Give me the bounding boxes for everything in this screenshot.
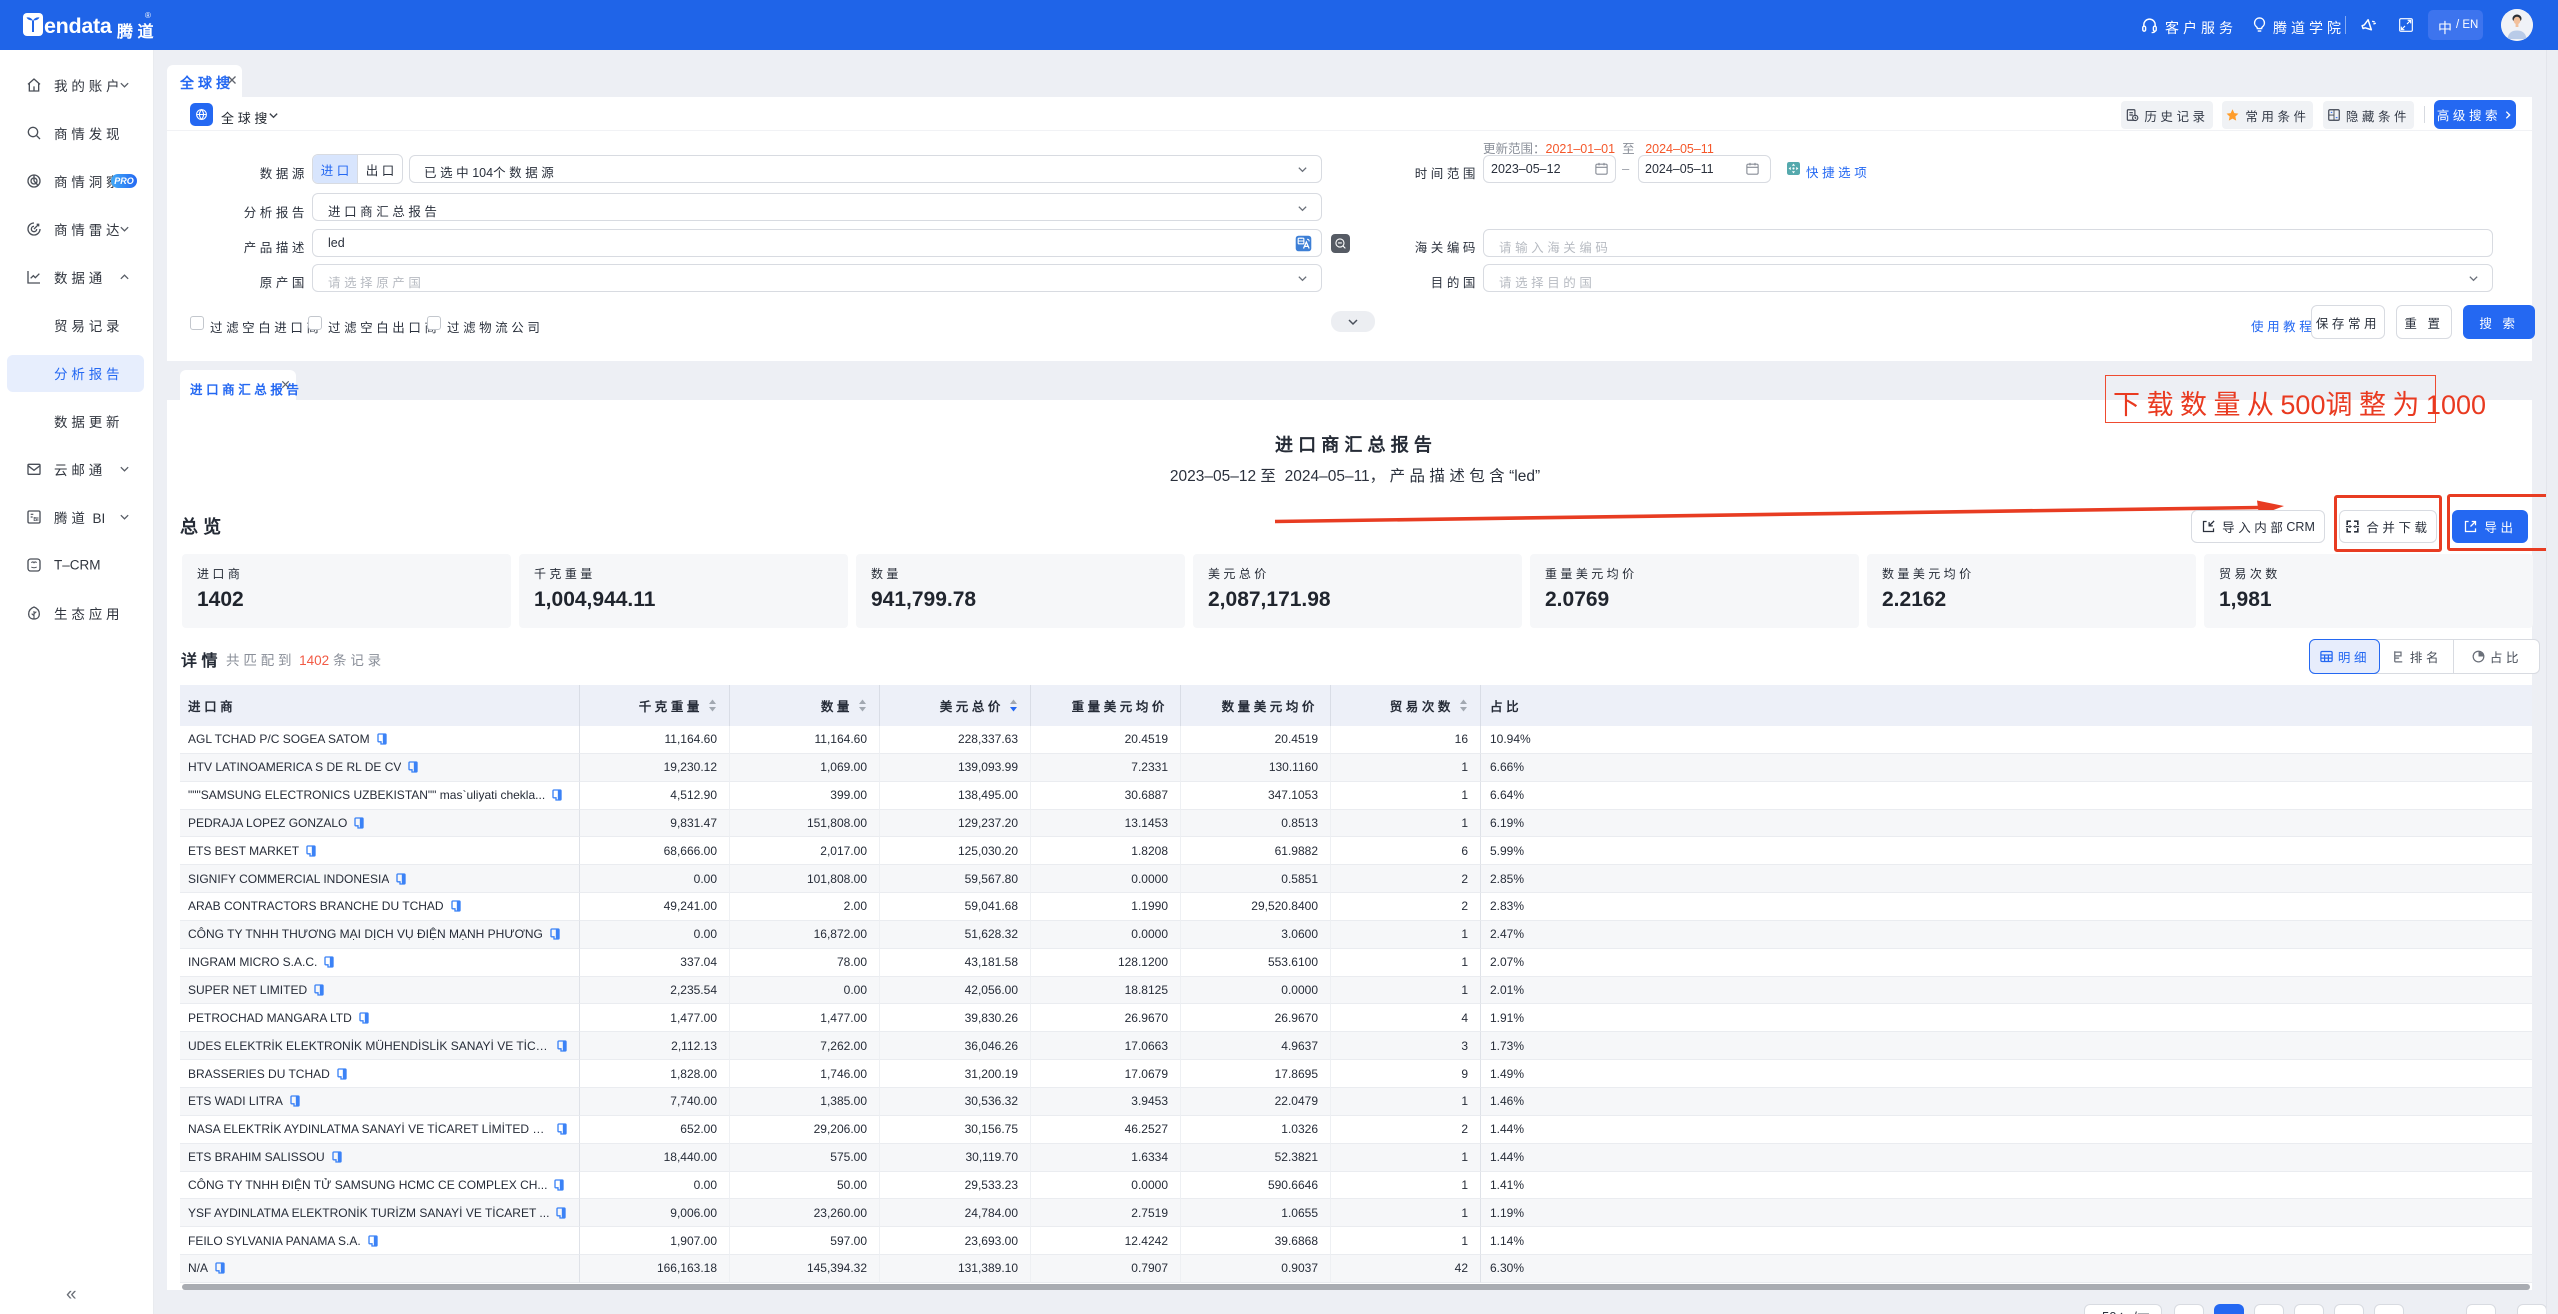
- svg-text:BI: BI: [33, 517, 39, 523]
